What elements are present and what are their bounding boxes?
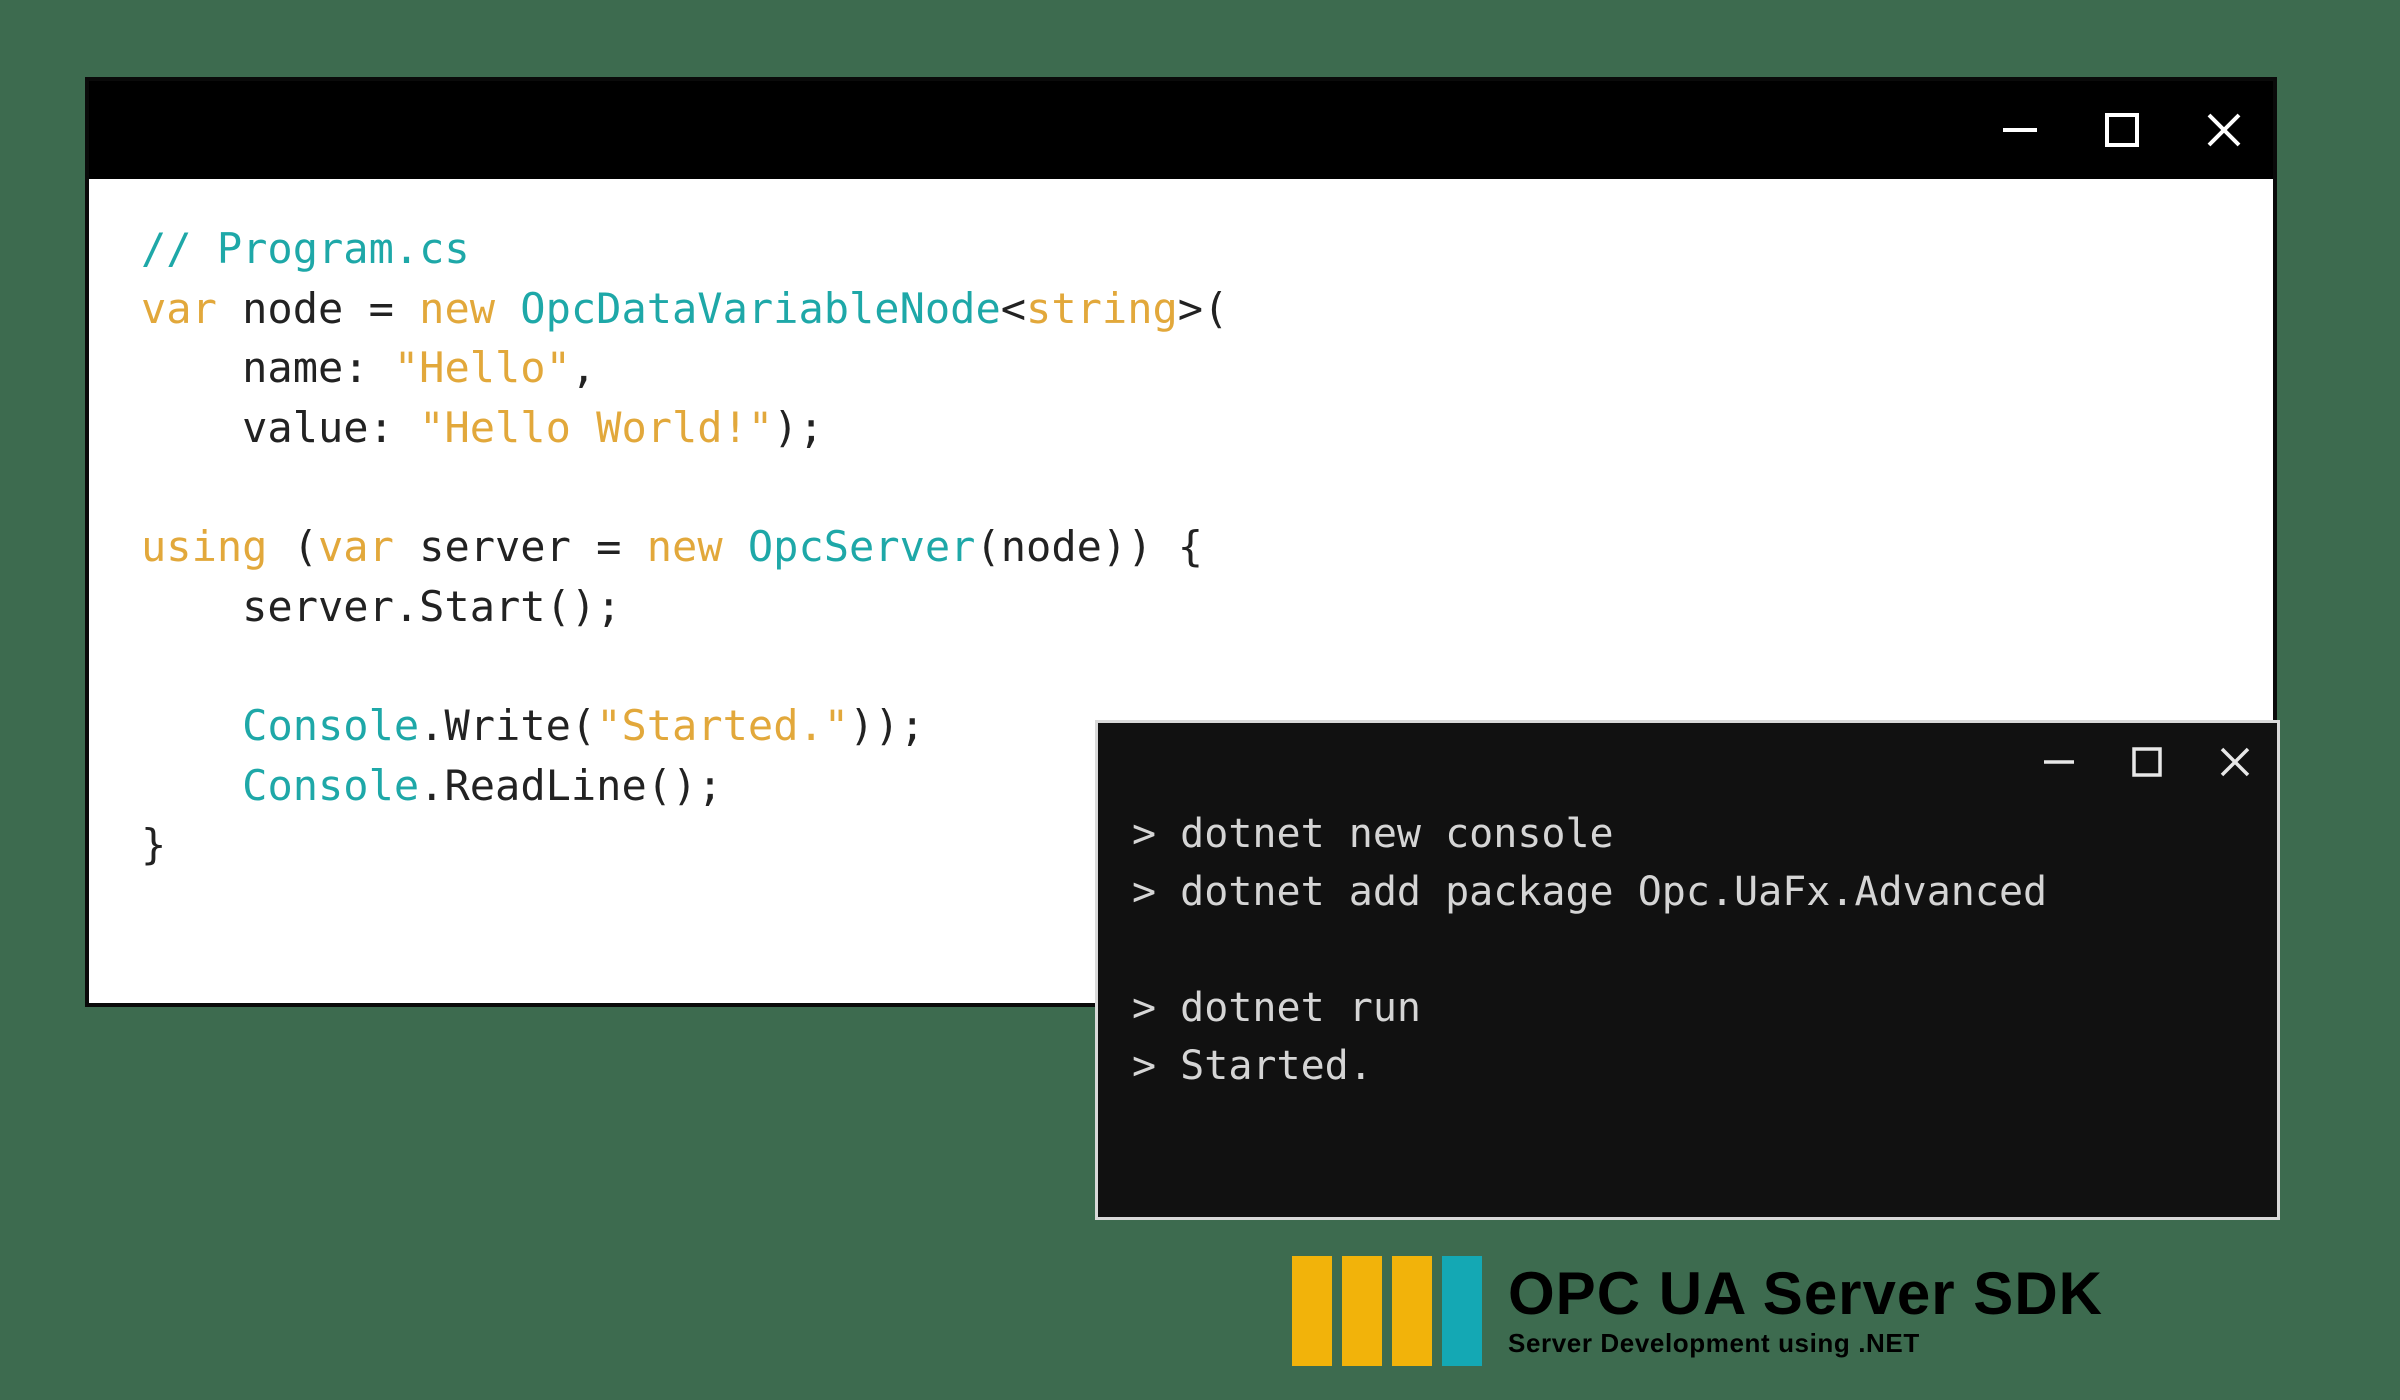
code-type: Console: [242, 761, 419, 810]
logo-bar: [1342, 1256, 1382, 1366]
close-icon[interactable]: [2201, 107, 2247, 153]
code-generic: string: [1026, 284, 1178, 333]
editor-titlebar[interactable]: [89, 81, 2273, 179]
terminal-window: > dotnet new console > dotnet add packag…: [1095, 720, 2280, 1220]
logo-title-sdk: SDK: [1973, 1260, 2103, 1327]
code-text: .Write(: [419, 701, 596, 750]
code-str: "Hello": [394, 343, 571, 392]
terminal-body[interactable]: > dotnet new console > dotnet add packag…: [1098, 801, 2277, 1095]
terminal-line: > dotnet add package Opc.UaFx.Advanced: [1132, 869, 2047, 915]
logo-subtitle: Server Development using .NET: [1508, 1328, 2103, 1359]
code-text: [141, 701, 242, 750]
code-text: ,: [571, 343, 596, 392]
logo-text: OPC UA Server SDK Server Development usi…: [1508, 1264, 2103, 1359]
logo-bar: [1292, 1256, 1332, 1366]
product-logo: OPC UA Server SDK Server Development usi…: [1292, 1256, 2103, 1366]
minimize-icon[interactable]: [1997, 107, 2043, 153]
logo-title: OPC UA Server SDK: [1508, 1264, 2103, 1324]
code-kw: var: [141, 284, 217, 333]
terminal-titlebar[interactable]: [1098, 723, 2277, 801]
code-text: ));: [849, 701, 925, 750]
code-type: Console: [242, 701, 419, 750]
maximize-icon[interactable]: [2129, 744, 2165, 780]
code-text: [141, 761, 242, 810]
code-kw: var: [318, 522, 394, 571]
code-text: value:: [141, 403, 419, 452]
code-kw: new: [647, 522, 723, 571]
code-text: <: [1001, 284, 1026, 333]
code-kw: new: [419, 284, 495, 333]
code-type: OpcServer: [723, 522, 976, 571]
code-type: OpcDataVariableNode: [495, 284, 1001, 333]
terminal-line: > Started.: [1132, 1043, 1373, 1089]
code-text: .ReadLine();: [419, 761, 722, 810]
logo-bars-icon: [1292, 1256, 1482, 1366]
minimize-icon[interactable]: [2039, 742, 2079, 782]
code-text: (: [267, 522, 318, 571]
terminal-line: > dotnet new console: [1132, 811, 1614, 857]
code-text: server.Start();: [141, 582, 621, 631]
code-text: server =: [394, 522, 647, 571]
code-text: }: [141, 820, 166, 869]
code-text: (node)) {: [975, 522, 1203, 571]
logo-title-main: OPC UA Server: [1508, 1260, 1973, 1327]
code-str: "Started.": [596, 701, 849, 750]
code-text: (: [1203, 284, 1228, 333]
code-text: );: [773, 403, 824, 452]
code-text: >: [1178, 284, 1203, 333]
code-text: node =: [217, 284, 419, 333]
code-text: name:: [141, 343, 394, 392]
maximize-icon[interactable]: [2101, 109, 2143, 151]
terminal-line: > dotnet run: [1132, 985, 1421, 1031]
close-icon[interactable]: [2215, 742, 2255, 782]
logo-bar: [1392, 1256, 1432, 1366]
code-kw: using: [141, 522, 267, 571]
code-comment: // Program.cs: [141, 224, 470, 273]
code-str: "Hello World!": [419, 403, 773, 452]
logo-bar: [1442, 1256, 1482, 1366]
